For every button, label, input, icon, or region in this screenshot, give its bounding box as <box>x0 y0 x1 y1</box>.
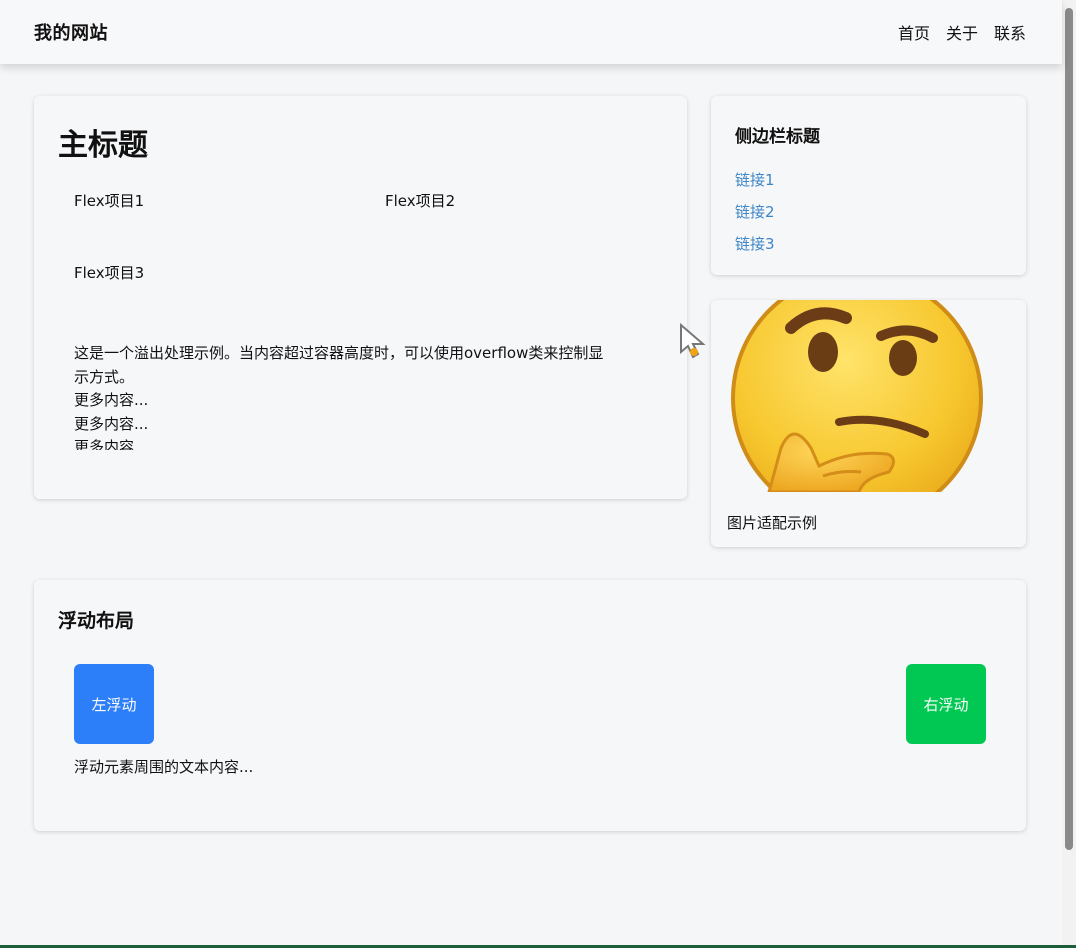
image-fit-card: 图片适配示例 <box>711 300 1026 547</box>
overflow-text-line: 这是一个溢出处理示例。当内容超过容器高度时，可以使用overflow类来控制显 <box>74 344 604 362</box>
float-layout-card: 浮动布局 左浮动 右浮动 浮动元素周围的文本内容... <box>34 580 1026 831</box>
sidebar-card: 侧边栏标题 链接1 链接2 链接3 <box>711 96 1026 275</box>
overflow-text-line: 更多内容... <box>74 414 149 433</box>
page-scrollbar[interactable] <box>1062 0 1076 948</box>
main-content-card: 主标题 Flex项目1 Flex项目2 Flex项目3 这是一个溢出处理示例。当… <box>34 96 687 499</box>
site-header: 我的网站 首页 关于 联系 <box>0 0 1062 64</box>
left-float-box[interactable]: 左浮动 <box>74 664 154 744</box>
flex-item-2: Flex项目2 <box>385 192 456 210</box>
mouse-cursor-icon <box>680 322 706 359</box>
flex-item-3: Flex项目3 <box>74 264 145 282</box>
overflow-text-line: 更多内容... <box>74 391 149 409</box>
float-body-text: 浮动元素周围的文本内容... <box>74 758 254 776</box>
right-float-box[interactable]: 右浮动 <box>906 664 986 744</box>
main-nav: 首页 关于 联系 <box>898 20 1026 44</box>
overflow-text-line: 更多内容... <box>74 438 149 450</box>
sidebar-link-2[interactable]: 链接2 <box>735 201 1026 233</box>
sidebar-title: 侧边栏标题 <box>735 127 820 147</box>
thinking-face-image <box>711 300 1026 492</box>
nav-item-home[interactable]: 首页 <box>898 20 930 44</box>
sidebar-link-1[interactable]: 链接1 <box>735 169 1026 201</box>
overflow-container[interactable]: 这是一个溢出处理示例。当内容超过容器高度时，可以使用overflow类来控制显 … <box>74 342 650 450</box>
site-title[interactable]: 我的网站 <box>34 19 108 45</box>
flex-item-1: Flex项目1 <box>74 192 145 210</box>
main-title: 主标题 <box>58 128 148 163</box>
sidebar-link-3[interactable]: 链接3 <box>735 233 1026 265</box>
scrollbar-thumb[interactable] <box>1065 8 1073 850</box>
overflow-text-line: 示方式。 <box>74 367 135 386</box>
thinking-face-emoji-icon <box>731 300 983 492</box>
nav-item-about[interactable]: 关于 <box>946 20 978 44</box>
nav-item-contact[interactable]: 联系 <box>994 20 1026 44</box>
image-caption: 图片适配示例 <box>727 514 818 532</box>
float-section-title: 浮动布局 <box>58 610 135 632</box>
